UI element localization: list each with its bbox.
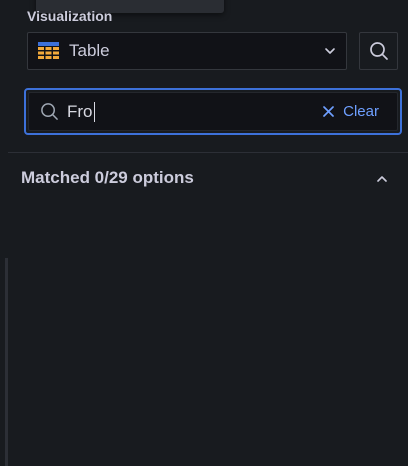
search-icon <box>41 103 58 120</box>
match-summary: Matched 0/29 options <box>21 168 194 187</box>
table-icon <box>38 42 59 59</box>
divider <box>8 152 408 153</box>
chevron-up-icon <box>377 176 387 182</box>
clear-label: Clear <box>343 103 379 120</box>
chevron-down-icon <box>325 48 335 54</box>
search-field[interactable]: Fro Clear <box>24 88 402 135</box>
section-label: Visualization <box>27 8 113 24</box>
match-summary-header[interactable]: Matched 0/29 options <box>21 166 391 190</box>
close-icon <box>323 106 334 117</box>
visualization-options-pane: Visualization Table Fro Clear Matched 0/… <box>0 0 408 466</box>
visualization-selected-label: Table <box>69 41 110 60</box>
search-input[interactable]: Fro Clear <box>28 92 398 131</box>
search-button[interactable] <box>359 32 398 70</box>
search-input-value: Fro <box>67 101 95 122</box>
visualization-picker[interactable]: Table <box>27 32 347 70</box>
search-icon <box>369 42 388 60</box>
clear-button[interactable]: Clear <box>323 93 379 130</box>
scrollbar[interactable] <box>5 258 8 466</box>
